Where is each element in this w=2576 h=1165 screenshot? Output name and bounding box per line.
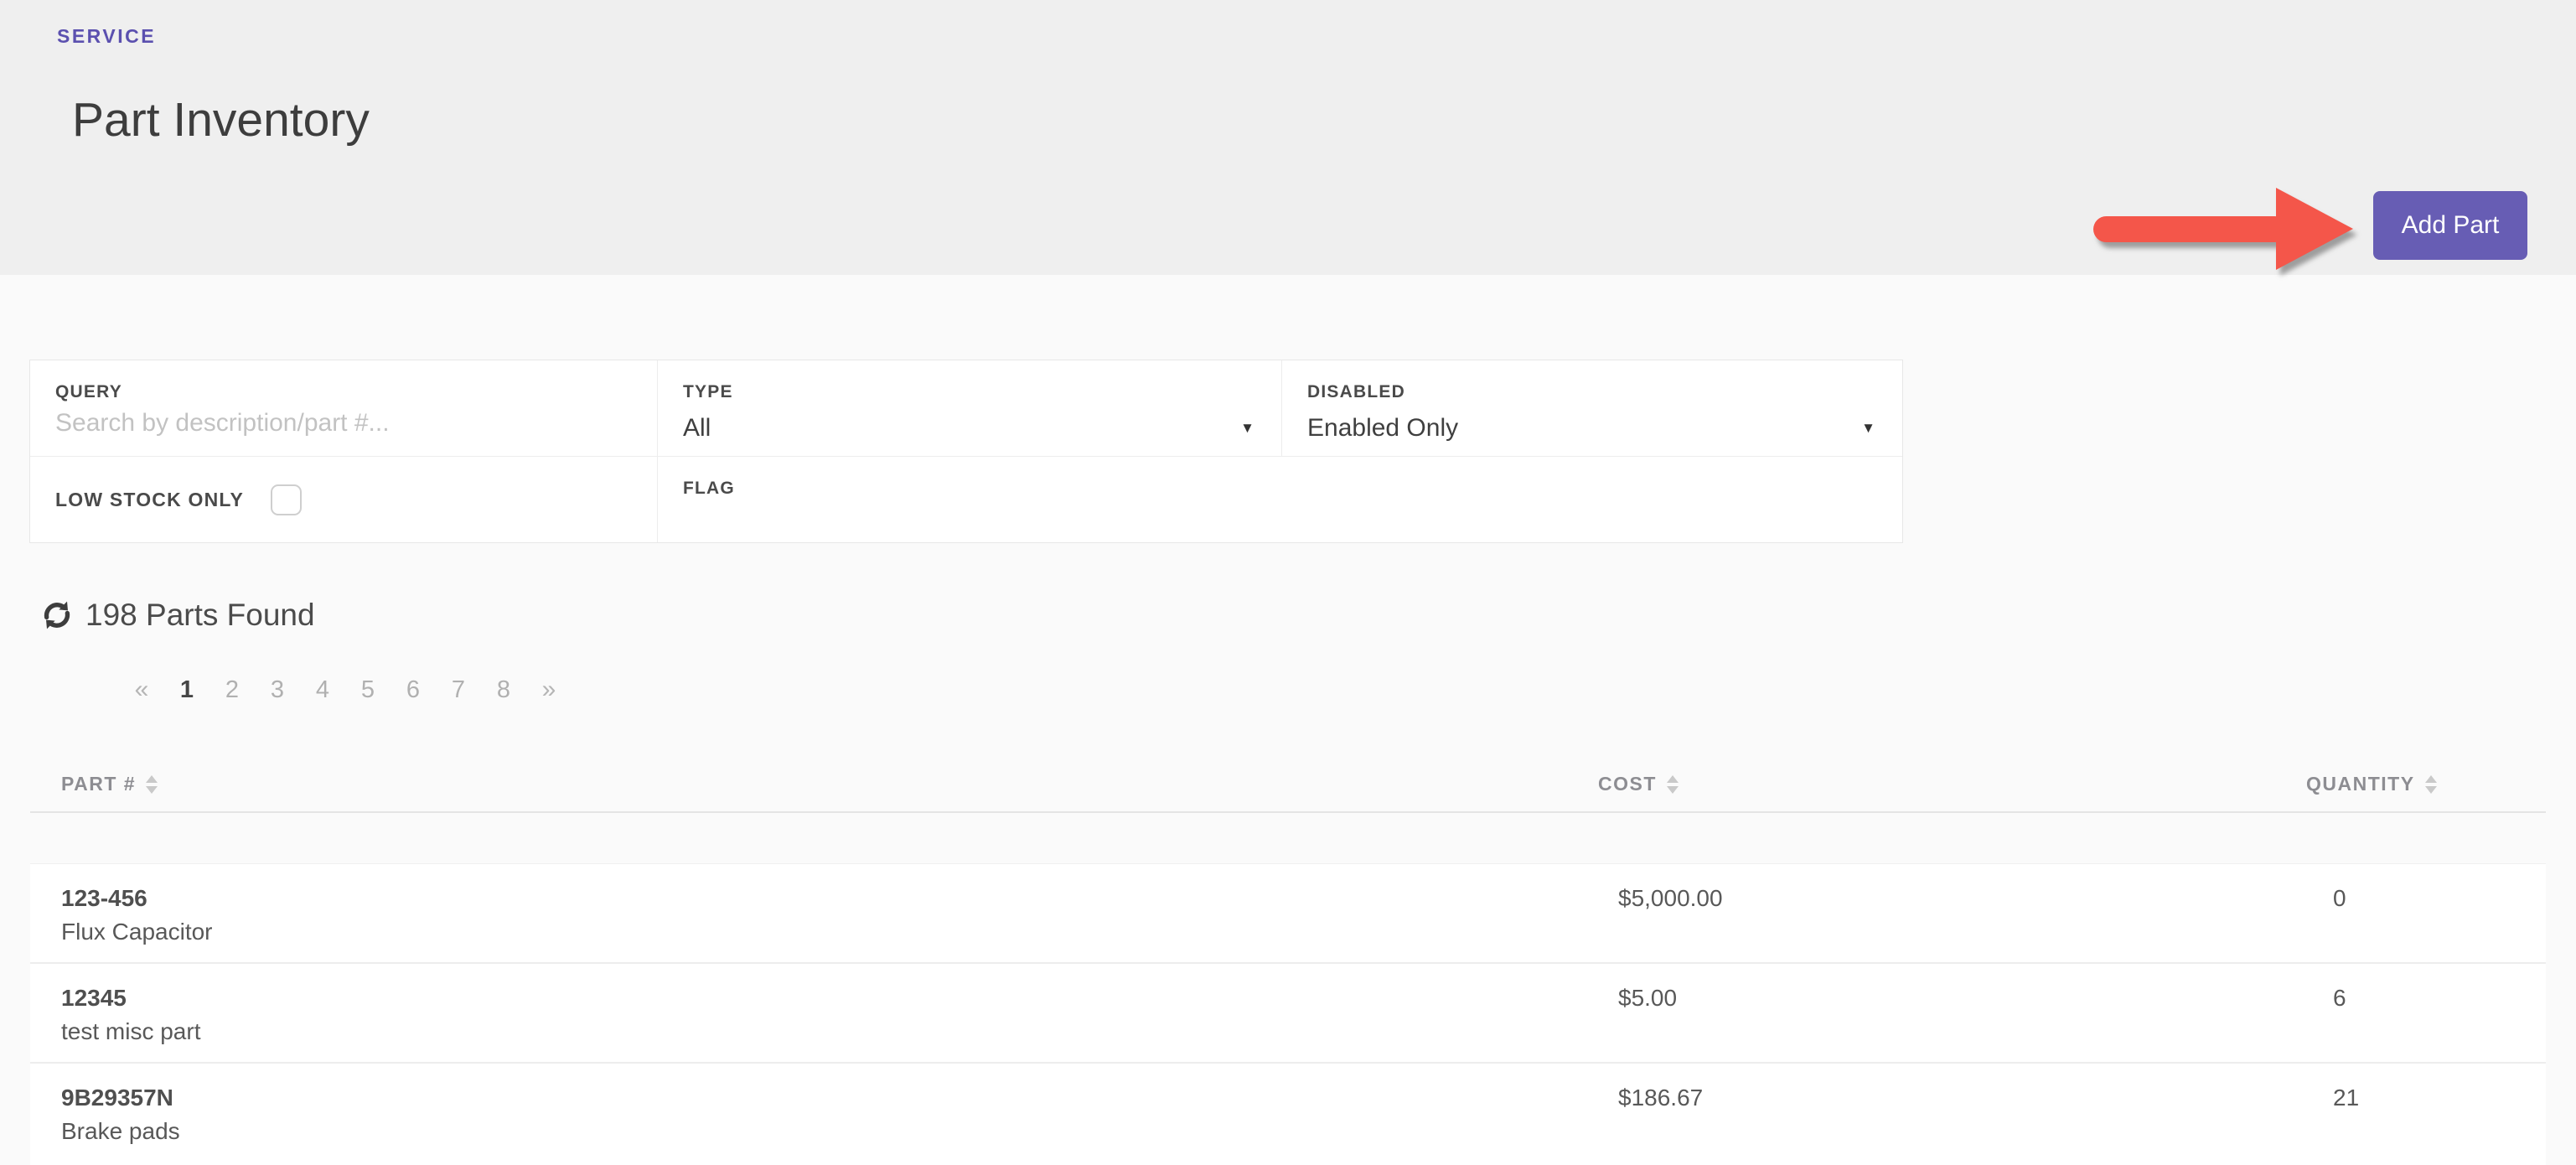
arrow-shaft [2093,216,2288,242]
column-header-label: QUANTITY [2306,773,2415,795]
part-quantity: 21 [2333,1084,2359,1112]
refresh-icon[interactable] [40,598,74,632]
pagination-next[interactable]: » [526,676,572,704]
low-stock-checkbox[interactable] [271,484,302,515]
part-description: Brake pads [61,1117,180,1146]
part-number: 12345 [61,984,127,1012]
table-row[interactable]: 9B29357N Brake pads $186.67 21 [30,1064,2546,1163]
type-filter-cell: TYPE All ▼ [658,360,1282,456]
part-number: 9B29357N [61,1084,173,1112]
pagination-page-7[interactable]: 7 [436,676,481,704]
column-header-part-number[interactable]: PART # [61,773,158,795]
flag-label: FLAG [683,479,1877,499]
page-header: SERVICE Part Inventory Add Part [0,0,2576,275]
part-description: Flux Capacitor [61,918,213,946]
sort-icon[interactable] [2425,775,2437,794]
type-dropdown-value: All [683,414,1240,443]
annotation-arrow-icon [2093,188,2355,270]
page-title: Part Inventory [72,92,370,148]
pagination-page-1[interactable]: 1 [164,676,209,704]
part-quantity: 0 [2333,884,2346,913]
results-summary: 198 Parts Found [40,595,315,635]
column-header-quantity[interactable]: QUANTITY [2306,773,2437,795]
add-part-button[interactable]: Add Part [2373,191,2527,260]
disabled-dropdown[interactable]: Enabled Only ▼ [1307,414,1877,443]
results-count: 198 Parts Found [85,598,315,633]
table-row[interactable]: 123-456 Flux Capacitor $5,000.00 0 [30,864,2546,964]
flag-filter-cell: FLAG [658,457,1902,542]
filters-panel: QUERY TYPE All ▼ DISABLED Enabled Only ▼ [29,360,1903,543]
sort-icon[interactable] [1667,775,1679,794]
sort-icon[interactable] [146,775,158,794]
chevron-down-icon: ▼ [1861,420,1875,437]
pagination-page-5[interactable]: 5 [345,676,391,704]
filters-row-1: QUERY TYPE All ▼ DISABLED Enabled Only ▼ [30,360,1902,456]
chevron-down-icon: ▼ [1240,420,1254,437]
pagination-page-8[interactable]: 8 [481,676,526,704]
low-stock-filter-cell: LOW STOCK ONLY [30,457,658,542]
pagination-page-4[interactable]: 4 [300,676,345,704]
pagination-page-2[interactable]: 2 [209,676,255,704]
type-label: TYPE [683,382,1256,402]
pagination-page-6[interactable]: 6 [391,676,436,704]
table-header: PART # COST QUANTITY [0,773,2576,811]
part-cost: $5,000.00 [1618,884,1723,913]
table-header-divider [30,811,2546,813]
pagination: « 1 2 3 4 5 6 7 8 » [119,671,572,709]
disabled-filter-cell: DISABLED Enabled Only ▼ [1282,360,1902,456]
part-description: test misc part [61,1017,200,1046]
low-stock-label: LOW STOCK ONLY [55,489,244,511]
column-header-label: PART # [61,773,136,795]
query-search-input[interactable] [55,409,632,438]
disabled-dropdown-value: Enabled Only [1307,414,1861,443]
part-quantity: 6 [2333,984,2346,1012]
pagination-page-3[interactable]: 3 [255,676,300,704]
part-cost: $186.67 [1618,1084,1703,1112]
part-inventory-page: SERVICE Part Inventory Add Part QUERY TY… [0,0,2576,1165]
disabled-label: DISABLED [1307,382,1877,402]
column-header-cost[interactable]: COST [1598,773,1679,795]
part-cost: $5.00 [1618,984,1677,1012]
column-header-label: COST [1598,773,1657,795]
table-row[interactable]: 12345 test misc part $5.00 6 [30,964,2546,1064]
part-number: 123-456 [61,884,147,913]
type-dropdown[interactable]: All ▼ [683,414,1256,443]
parts-table-body: 123-456 Flux Capacitor $5,000.00 0 12345… [30,863,2546,1165]
query-label: QUERY [55,382,632,402]
breadcrumb-service: SERVICE [57,25,156,48]
query-filter-cell: QUERY [30,360,658,456]
arrow-head [2276,188,2353,270]
filters-row-2: LOW STOCK ONLY FLAG [30,456,1902,542]
pagination-prev[interactable]: « [119,676,164,704]
